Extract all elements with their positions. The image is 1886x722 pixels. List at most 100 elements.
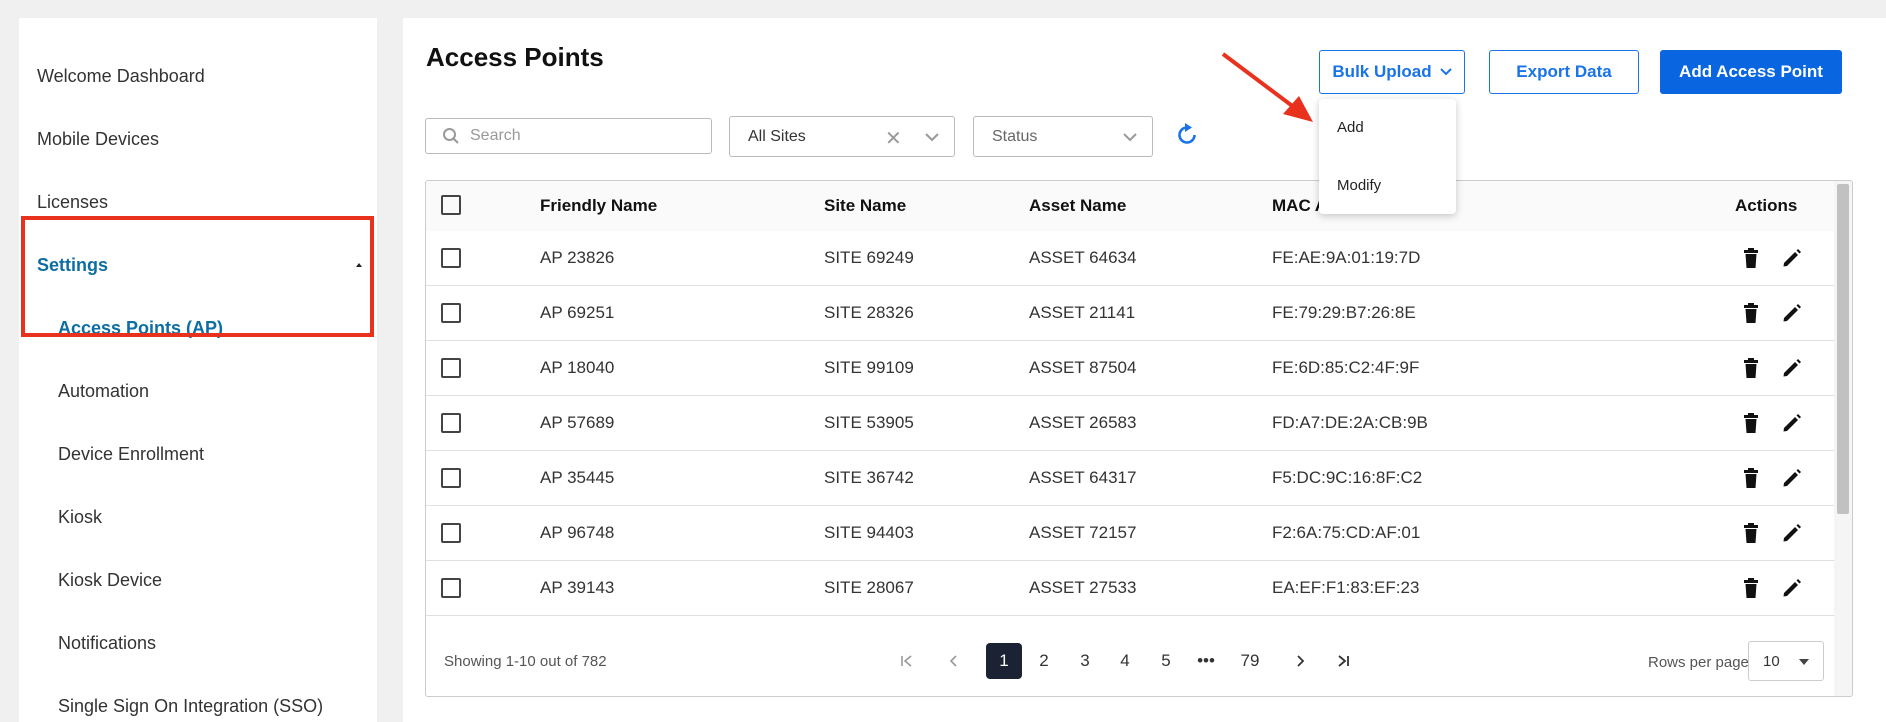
sidebar-item-mobile-devices[interactable]: Mobile Devices bbox=[19, 108, 377, 171]
status-select-placeholder: Status bbox=[992, 127, 1038, 145]
last-page-icon[interactable] bbox=[1325, 643, 1361, 679]
sidebar-item-label: Notifications bbox=[58, 633, 157, 653]
edit-icon[interactable] bbox=[1781, 522, 1803, 549]
sidebar-item-label: Kiosk bbox=[58, 507, 103, 527]
sidebar-item-settings[interactable]: Settings bbox=[19, 234, 377, 297]
showing-count: Showing 1-10 out of 782 bbox=[444, 653, 607, 670]
delete-icon[interactable] bbox=[1743, 578, 1759, 603]
sidebar-item-kiosk-device[interactable]: Kiosk Device bbox=[19, 549, 377, 612]
menu-item-modify[interactable]: Modify bbox=[1337, 177, 1381, 194]
cell-friendly-name: AP 18040 bbox=[540, 358, 615, 377]
prev-page-icon[interactable] bbox=[936, 643, 972, 679]
page-button-3[interactable]: 3 bbox=[1067, 643, 1103, 679]
bulk-upload-button[interactable]: Bulk Upload bbox=[1319, 50, 1465, 94]
cell-site-name: SITE 99109 bbox=[824, 358, 914, 377]
delete-icon[interactable] bbox=[1743, 358, 1759, 383]
edit-icon[interactable] bbox=[1781, 467, 1803, 494]
caret-down-icon bbox=[1799, 659, 1809, 665]
sidebar-item-label: Settings bbox=[37, 255, 109, 275]
sites-select-value: All Sites bbox=[748, 127, 806, 145]
row-checkbox[interactable] bbox=[441, 303, 461, 323]
row-checkbox[interactable] bbox=[441, 523, 461, 543]
bulk-upload-label: Bulk Upload bbox=[1332, 62, 1432, 81]
sidebar-item-label: Kiosk Device bbox=[58, 570, 163, 590]
status-select[interactable]: Status bbox=[973, 116, 1153, 157]
column-header-site-name[interactable]: Site Name bbox=[824, 196, 906, 216]
sidebar-item-label: Licenses bbox=[37, 192, 109, 212]
search-field[interactable] bbox=[425, 118, 712, 154]
edit-icon[interactable] bbox=[1781, 302, 1803, 329]
edit-icon[interactable] bbox=[1781, 247, 1803, 274]
sidebar-item-notifications[interactable]: Notifications bbox=[19, 612, 377, 675]
sidebar-item-label: Automation bbox=[58, 381, 150, 401]
table-header: Friendly Name Site Name Asset Name MAC A… bbox=[426, 181, 1834, 231]
row-checkbox[interactable] bbox=[441, 468, 461, 488]
cell-friendly-name: AP 57689 bbox=[540, 413, 615, 432]
chevron-down-icon bbox=[925, 133, 939, 142]
sidebar-item-licenses[interactable]: Licenses bbox=[19, 171, 377, 234]
sidebar-item-automation[interactable]: Automation bbox=[19, 360, 377, 423]
row-checkbox[interactable] bbox=[441, 248, 461, 268]
page-button-4[interactable]: 4 bbox=[1107, 643, 1143, 679]
select-all-checkbox[interactable] bbox=[441, 195, 461, 215]
cell-friendly-name: AP 39143 bbox=[540, 578, 615, 597]
access-points-table: Friendly Name Site Name Asset Name MAC A… bbox=[425, 180, 1853, 697]
sidebar-item-welcome-dashboard[interactable]: Welcome Dashboard bbox=[19, 45, 377, 108]
table-row: AP 57689 SITE 53905 ASSET 26583 FD:A7:DE:2A… bbox=[426, 396, 1834, 451]
sites-select[interactable]: All Sites ✕ bbox=[729, 116, 955, 157]
add-access-point-button[interactable]: Add Access Point bbox=[1660, 50, 1842, 94]
scrollbar[interactable] bbox=[1834, 181, 1852, 696]
cell-asset-name: ASSET 72157 bbox=[1029, 523, 1137, 542]
cell-asset-name: ASSET 64317 bbox=[1029, 468, 1137, 487]
table-row: AP 39143 SITE 28067 ASSET 27533 EA:EF:F1:83… bbox=[426, 561, 1834, 616]
delete-icon[interactable] bbox=[1743, 413, 1759, 438]
cell-asset-name: ASSET 21141 bbox=[1029, 303, 1136, 322]
page-button-5[interactable]: 5 bbox=[1148, 643, 1184, 679]
delete-icon[interactable] bbox=[1743, 248, 1759, 273]
scrollbar-thumb[interactable] bbox=[1837, 184, 1849, 514]
cell-site-name: SITE 94403 bbox=[824, 523, 914, 542]
row-checkbox[interactable] bbox=[441, 358, 461, 378]
sidebar-item-sso[interactable]: Single Sign On Integration (SSO) bbox=[19, 675, 377, 722]
edit-icon[interactable] bbox=[1781, 357, 1803, 384]
cell-mac-address: FE:AE:9A:01:19:7D bbox=[1272, 248, 1421, 267]
page-button-2[interactable]: 2 bbox=[1026, 643, 1062, 679]
rows-per-page-value: 10 bbox=[1763, 652, 1780, 670]
column-header-friendly-name[interactable]: Friendly Name bbox=[540, 196, 657, 216]
annotation-arrow-icon bbox=[1221, 52, 1313, 122]
cell-friendly-name: AP 96748 bbox=[540, 523, 615, 542]
search-input[interactable] bbox=[470, 127, 690, 145]
menu-item-add[interactable]: Add bbox=[1337, 119, 1364, 136]
refresh-icon[interactable] bbox=[1175, 122, 1199, 148]
clear-icon[interactable]: ✕ bbox=[885, 126, 902, 151]
cell-site-name: SITE 69249 bbox=[824, 248, 914, 267]
cell-mac-address: FD:A7:DE:2A:CB:9B bbox=[1272, 413, 1428, 432]
page-button-1[interactable]: 1 bbox=[986, 643, 1022, 679]
row-checkbox[interactable] bbox=[441, 413, 461, 433]
delete-icon[interactable] bbox=[1743, 523, 1759, 548]
rows-per-page-select[interactable]: 10 bbox=[1748, 641, 1824, 681]
sidebar-item-label: Device Enrollment bbox=[58, 444, 205, 464]
first-page-icon[interactable] bbox=[889, 643, 925, 679]
sidebar-item-kiosk[interactable]: Kiosk bbox=[19, 486, 377, 549]
bulk-upload-menu: Add Modify bbox=[1319, 99, 1456, 214]
delete-icon[interactable] bbox=[1743, 303, 1759, 328]
chevron-down-icon bbox=[1123, 133, 1137, 142]
cell-asset-name: ASSET 87504 bbox=[1029, 358, 1137, 377]
edit-icon[interactable] bbox=[1781, 577, 1803, 604]
chevron-down-icon bbox=[1439, 68, 1452, 76]
sidebar-item-device-enrollment[interactable]: Device Enrollment bbox=[19, 423, 377, 486]
next-page-icon[interactable] bbox=[1282, 643, 1318, 679]
export-data-button[interactable]: Export Data bbox=[1489, 50, 1639, 94]
column-header-asset-name[interactable]: Asset Name bbox=[1029, 196, 1126, 216]
delete-icon[interactable] bbox=[1743, 468, 1759, 493]
cell-friendly-name: AP 35445 bbox=[540, 468, 615, 487]
edit-icon[interactable] bbox=[1781, 412, 1803, 439]
row-checkbox[interactable] bbox=[441, 578, 461, 598]
table-row: AP 96748 SITE 94403 ASSET 72157 F2:6A:75:CD… bbox=[426, 506, 1834, 561]
column-header-actions: Actions bbox=[1735, 196, 1798, 215]
page-button-79[interactable]: 79 bbox=[1232, 643, 1268, 679]
sidebar-item-access-points[interactable]: Access Points (AP) bbox=[19, 297, 377, 360]
table-row: AP 23826 SITE 69249 ASSET 64634 FE:AE:9A:01… bbox=[426, 231, 1834, 286]
sidebar: Welcome Dashboard Mobile Devices License… bbox=[19, 18, 377, 722]
